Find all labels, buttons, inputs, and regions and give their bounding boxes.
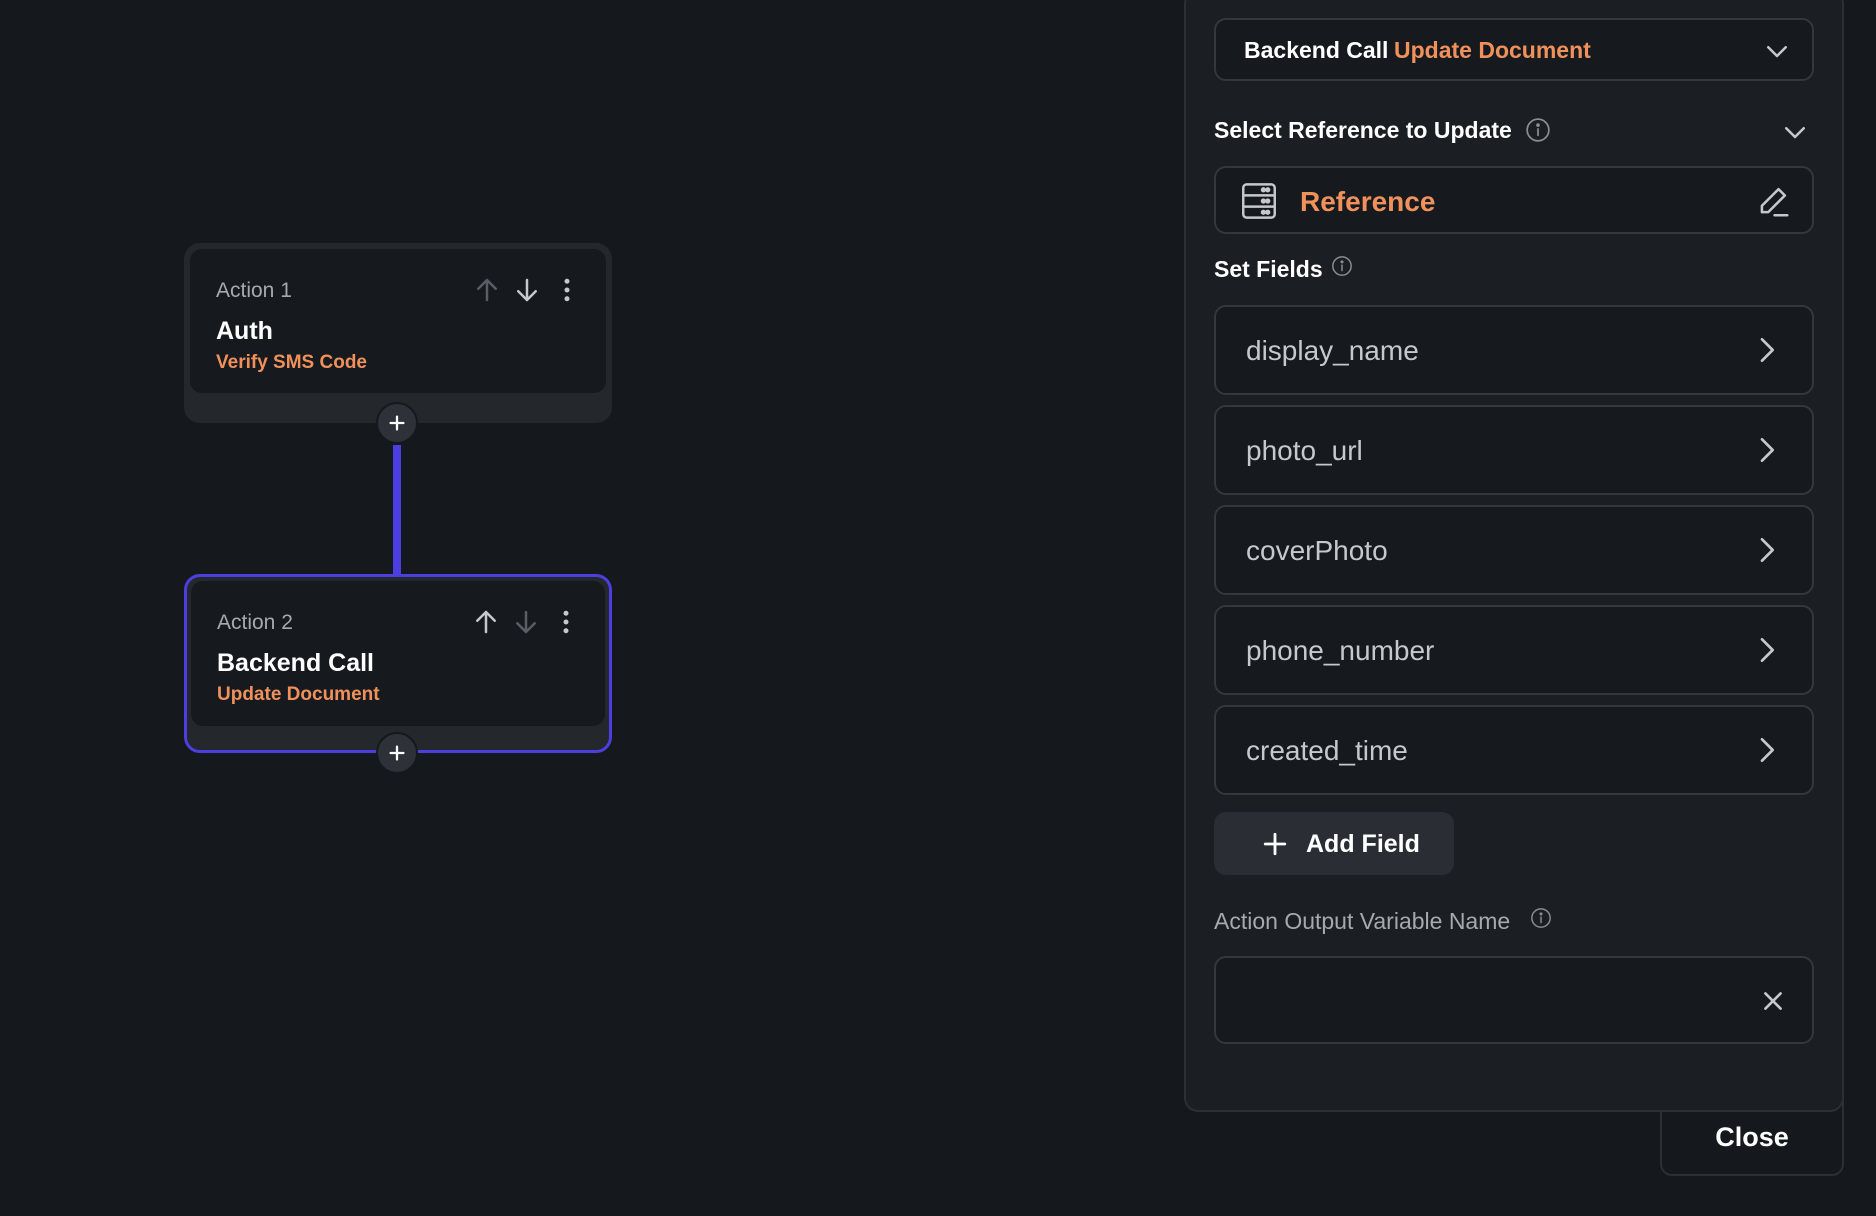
field-name: photo_url (1246, 435, 1363, 466)
field-name: created_time (1246, 735, 1408, 766)
action-title: Auth (216, 317, 273, 345)
more-vertical-icon[interactable] (552, 275, 582, 305)
action-label: Action 1 (216, 279, 292, 302)
field-row-cover-photo[interactable]: coverPhoto (1214, 505, 1814, 595)
select-reference-label: Select Reference to Update (1214, 117, 1512, 143)
database-icon (1242, 183, 1276, 219)
action-subtitle: Update Document (217, 684, 380, 705)
edit-pencil-icon[interactable] (1754, 182, 1792, 220)
info-icon[interactable] (1530, 907, 1552, 929)
close-icon[interactable] (1760, 988, 1786, 1014)
action-type-primary: Backend Call (1244, 37, 1389, 63)
field-name: phone_number (1246, 635, 1435, 666)
chevron-right-icon (1760, 638, 1774, 662)
chevron-right-icon (1760, 438, 1774, 462)
action-card-2[interactable]: Action 2 Backend Call Update Document (184, 574, 612, 753)
arrow-up-icon[interactable] (471, 607, 501, 637)
output-variable-field[interactable] (1214, 956, 1814, 1044)
reference-value: Reference (1300, 186, 1436, 217)
add-action-button[interactable] (376, 732, 418, 774)
plus-icon (1263, 832, 1287, 856)
action-subtitle: Verify SMS Code (216, 352, 367, 373)
more-vertical-icon[interactable] (551, 607, 581, 637)
add-action-button[interactable] (376, 402, 418, 444)
action-title: Backend Call (217, 649, 375, 677)
add-field-button[interactable]: Add Field (1214, 812, 1454, 875)
chevron-down-icon[interactable] (1780, 117, 1810, 147)
action-card-2-body[interactable]: Action 2 Backend Call Update Document (191, 581, 605, 726)
plus-icon (389, 745, 405, 761)
action-type-dropdown[interactable]: Backend Call Update Document (1214, 18, 1814, 81)
field-row-display-name[interactable]: display_name (1214, 305, 1814, 395)
chevron-right-icon (1760, 538, 1774, 562)
output-variable-label: Action Output Variable Name (1214, 908, 1511, 934)
set-fields-label: Set Fields (1214, 256, 1323, 282)
field-name: display_name (1246, 335, 1419, 366)
action-card-1-body[interactable]: Action 1 Auth Verify SMS Code (190, 249, 606, 393)
plus-icon (389, 415, 405, 431)
action-label: Action 2 (217, 611, 293, 634)
field-row-photo-url[interactable]: photo_url (1214, 405, 1814, 495)
chevron-right-icon (1760, 338, 1774, 362)
arrow-down-icon[interactable] (511, 607, 541, 637)
arrow-up-icon[interactable] (472, 275, 502, 305)
action-card-1[interactable]: Action 1 Auth Verify SMS Code (184, 243, 612, 423)
reference-selector[interactable]: Reference (1214, 166, 1814, 234)
add-field-label: Add Field (1306, 830, 1420, 858)
info-icon[interactable] (1331, 255, 1353, 277)
action-type-secondary: Update Document (1394, 37, 1591, 63)
flow-connector (393, 445, 401, 575)
arrow-down-icon[interactable] (512, 275, 542, 305)
chevron-right-icon (1760, 738, 1774, 762)
field-row-phone-number[interactable]: phone_number (1214, 605, 1814, 695)
info-icon[interactable] (1525, 117, 1551, 143)
field-name: coverPhoto (1246, 535, 1388, 566)
field-row-created-time[interactable]: created_time (1214, 705, 1814, 795)
output-variable-input[interactable] (1240, 980, 1724, 1022)
chevron-down-icon (1767, 46, 1787, 58)
action-flow-canvas: Action 1 Auth Verify SMS Code Action 2 B… (0, 0, 1180, 1216)
